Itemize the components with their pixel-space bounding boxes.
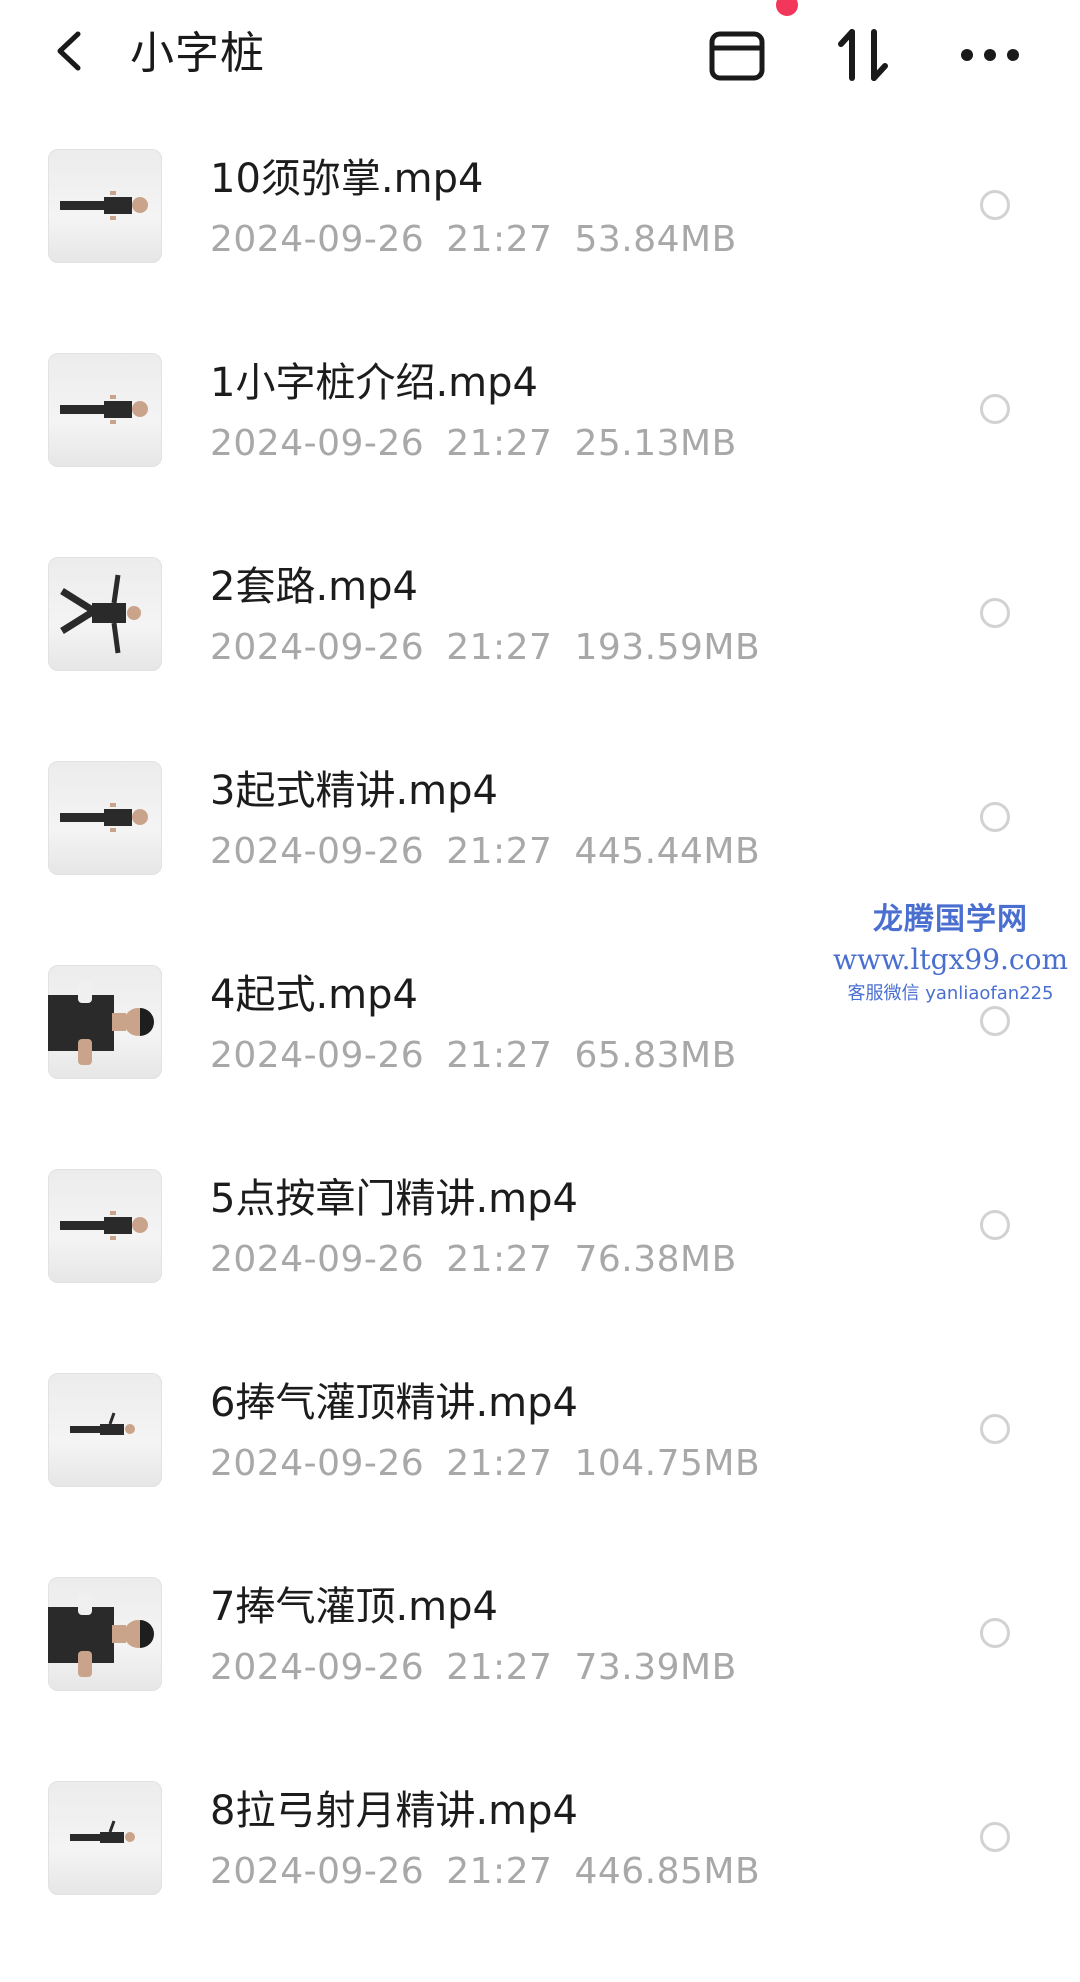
app-header: 小字桩 bbox=[0, 0, 1080, 110]
select-radio[interactable] bbox=[980, 1618, 1010, 1648]
file-time: 21:27 bbox=[446, 1443, 553, 1484]
file-row[interactable]: 7捧气灌顶.mp4 2024-09-26 21:27 73.39MB bbox=[0, 1574, 1080, 1778]
more-options-button[interactable] bbox=[955, 26, 1025, 84]
file-date: 2024-09-26 bbox=[210, 1239, 425, 1280]
file-list: 10须弥掌.mp4 2024-09-26 21:27 53.84MB 1小字桩介绍.mp… bbox=[0, 146, 1080, 1982]
file-row[interactable]: 5点按章门精讲.mp4 2024-09-26 21:27 76.38MB bbox=[0, 1166, 1080, 1370]
watermark-site-name: 龙腾国学网 bbox=[873, 902, 1028, 937]
multi-select-button[interactable] bbox=[702, 26, 772, 84]
file-name: 4起式.mp4 bbox=[210, 972, 418, 1018]
page-title: 小字桩 bbox=[130, 28, 265, 79]
file-meta: 2024-09-26 21:27 65.83MB bbox=[210, 1034, 759, 1078]
video-thumbnail bbox=[48, 761, 162, 875]
file-time: 21:27 bbox=[446, 1239, 553, 1280]
file-meta: 2024-09-26 21:27 193.59MB bbox=[210, 626, 782, 670]
file-date: 2024-09-26 bbox=[210, 1647, 425, 1688]
file-name: 8拉弓射月精讲.mp4 bbox=[210, 1788, 578, 1834]
file-meta: 2024-09-26 21:27 76.38MB bbox=[210, 1238, 759, 1282]
file-date: 2024-09-26 bbox=[210, 831, 425, 872]
select-radio[interactable] bbox=[980, 802, 1010, 832]
file-name: 2套路.mp4 bbox=[210, 564, 418, 610]
file-time: 21:27 bbox=[446, 1647, 553, 1688]
sort-button[interactable] bbox=[832, 26, 894, 84]
video-thumbnail bbox=[48, 965, 162, 1079]
file-date: 2024-09-26 bbox=[210, 423, 425, 464]
file-meta: 2024-09-26 21:27 73.39MB bbox=[210, 1646, 759, 1690]
file-time: 21:27 bbox=[446, 423, 553, 464]
chevron-left-icon bbox=[57, 31, 81, 71]
back-button[interactable] bbox=[48, 28, 94, 74]
file-meta: 2024-09-26 21:27 445.44MB bbox=[210, 830, 782, 874]
file-meta: 2024-09-26 21:27 25.13MB bbox=[210, 422, 759, 466]
file-size: 53.84MB bbox=[574, 219, 737, 260]
file-meta: 2024-09-26 21:27 446.85MB bbox=[210, 1850, 782, 1894]
file-row[interactable]: 10须弥掌.mp4 2024-09-26 21:27 53.84MB bbox=[0, 146, 1080, 350]
file-meta: 2024-09-26 21:27 53.84MB bbox=[210, 218, 759, 262]
file-size: 65.83MB bbox=[574, 1035, 737, 1076]
file-name: 1小字桩介绍.mp4 bbox=[210, 360, 538, 406]
video-thumbnail bbox=[48, 149, 162, 263]
video-thumbnail bbox=[48, 1781, 162, 1895]
file-time: 21:27 bbox=[446, 831, 553, 872]
file-name: 6捧气灌顶精讲.mp4 bbox=[210, 1380, 578, 1426]
file-size: 73.39MB bbox=[574, 1647, 737, 1688]
file-meta: 2024-09-26 21:27 104.75MB bbox=[210, 1442, 782, 1486]
watermark-contact: 客服微信 yanliaofan225 bbox=[847, 983, 1054, 1004]
file-size: 104.75MB bbox=[574, 1443, 761, 1484]
file-date: 2024-09-26 bbox=[210, 1443, 425, 1484]
select-radio[interactable] bbox=[980, 598, 1010, 628]
file-size: 25.13MB bbox=[574, 423, 737, 464]
file-size: 193.59MB bbox=[574, 627, 761, 668]
file-time: 21:27 bbox=[446, 219, 553, 260]
file-time: 21:27 bbox=[446, 1035, 553, 1076]
file-size: 76.38MB bbox=[574, 1239, 737, 1280]
select-radio[interactable] bbox=[980, 1210, 1010, 1240]
video-thumbnail bbox=[48, 1373, 162, 1487]
file-size: 445.44MB bbox=[574, 831, 761, 872]
video-thumbnail bbox=[48, 1577, 162, 1691]
video-thumbnail bbox=[48, 557, 162, 671]
more-dots-icon bbox=[961, 49, 1019, 61]
video-thumbnail bbox=[48, 1169, 162, 1283]
file-name: 3起式精讲.mp4 bbox=[210, 768, 498, 814]
file-row[interactable]: 6捧气灌顶精讲.mp4 2024-09-26 21:27 104.75MB bbox=[0, 1370, 1080, 1574]
file-name: 7捧气灌顶.mp4 bbox=[210, 1584, 498, 1630]
select-radio[interactable] bbox=[980, 1822, 1010, 1852]
select-radio[interactable] bbox=[980, 1006, 1010, 1036]
watermark: 龙腾国学网 www.ltgx99.com 客服微信 yanliaofan225 bbox=[828, 900, 1073, 1008]
file-row[interactable]: 1小字桩介绍.mp4 2024-09-26 21:27 25.13MB bbox=[0, 350, 1080, 554]
file-date: 2024-09-26 bbox=[210, 219, 425, 260]
select-radio[interactable] bbox=[980, 1414, 1010, 1444]
file-row[interactable]: 2套路.mp4 2024-09-26 21:27 193.59MB bbox=[0, 554, 1080, 758]
file-name: 5点按章门精讲.mp4 bbox=[210, 1176, 578, 1222]
file-date: 2024-09-26 bbox=[210, 627, 425, 668]
notification-dot bbox=[776, 0, 798, 16]
file-row[interactable]: 8拉弓射月精讲.mp4 2024-09-26 21:27 446.85MB bbox=[0, 1778, 1080, 1982]
file-name: 10须弥掌.mp4 bbox=[210, 156, 484, 202]
file-size: 446.85MB bbox=[574, 1851, 761, 1892]
select-radio[interactable] bbox=[980, 394, 1010, 424]
watermark-url: www.ltgx99.com bbox=[832, 943, 1069, 976]
select-box-icon bbox=[709, 31, 765, 81]
file-date: 2024-09-26 bbox=[210, 1035, 425, 1076]
sort-arrows-icon bbox=[838, 29, 888, 81]
select-radio[interactable] bbox=[980, 190, 1010, 220]
file-time: 21:27 bbox=[446, 627, 553, 668]
file-time: 21:27 bbox=[446, 1851, 553, 1892]
file-date: 2024-09-26 bbox=[210, 1851, 425, 1892]
video-thumbnail bbox=[48, 353, 162, 467]
